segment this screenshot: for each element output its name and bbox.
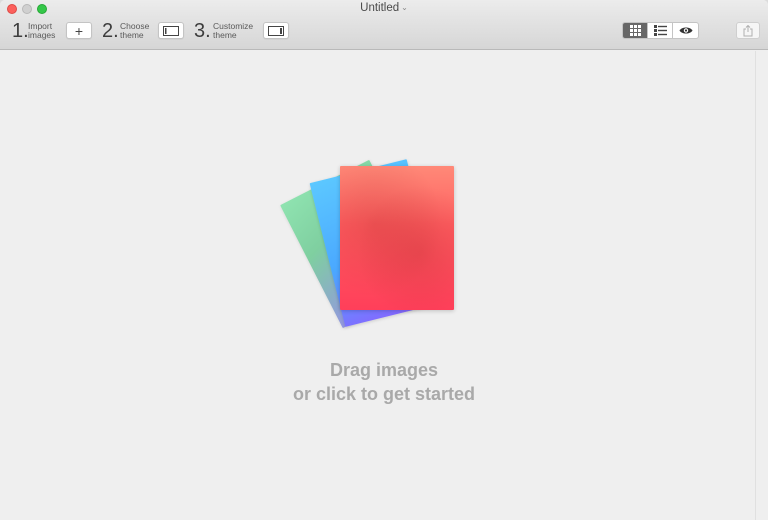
theme-layout-icon [163, 25, 179, 36]
customize-theme-button[interactable] [263, 22, 289, 39]
import-images-button[interactable]: + [66, 22, 92, 39]
toolbar: Untitled ⌄ 1. Import images + 2. Choose t… [0, 0, 768, 50]
step-choose-theme: 2. Choose theme [102, 20, 158, 42]
drop-hint-line2[interactable]: or click to get started [0, 384, 768, 405]
preview-button[interactable] [673, 23, 698, 38]
view-mode-control [622, 22, 699, 39]
choose-theme-button[interactable] [158, 22, 184, 39]
content-edge [755, 51, 756, 520]
app-window: Untitled ⌄ 1. Import images + 2. Choose t… [0, 0, 768, 520]
drop-zone-illustration[interactable] [270, 145, 500, 345]
list-icon [653, 25, 667, 36]
step-number: 1. [12, 20, 29, 42]
chevron-down-icon: ⌄ [401, 3, 408, 12]
step-number: 3. [194, 20, 211, 42]
step-label-line2: theme [213, 30, 237, 40]
eye-icon [679, 27, 693, 34]
grid-icon [629, 25, 641, 36]
step-label: Import images [28, 22, 55, 40]
step-number: 2. [102, 20, 119, 42]
window-title-area[interactable]: Untitled ⌄ [0, 2, 768, 14]
step-label-line2: images [28, 30, 56, 40]
placeholder-photo-card-red [340, 166, 454, 310]
share-button[interactable] [736, 22, 760, 39]
photo-texture [340, 166, 454, 310]
drop-hint-line1[interactable]: Drag images [0, 360, 768, 381]
share-icon [743, 24, 753, 36]
list-view-button[interactable] [648, 23, 674, 38]
step-label-line2: theme [120, 30, 144, 40]
plus-icon: + [74, 22, 84, 39]
step-customize-theme: 3. Customize theme [194, 20, 262, 42]
step-import-images: 1. Import images [12, 20, 64, 42]
step-label: Choose theme [120, 22, 149, 40]
step-label: Customize theme [213, 22, 253, 40]
grid-view-button[interactable] [623, 23, 649, 38]
sidebar-panel-icon [268, 25, 284, 36]
window-title: Untitled [360, 2, 400, 14]
